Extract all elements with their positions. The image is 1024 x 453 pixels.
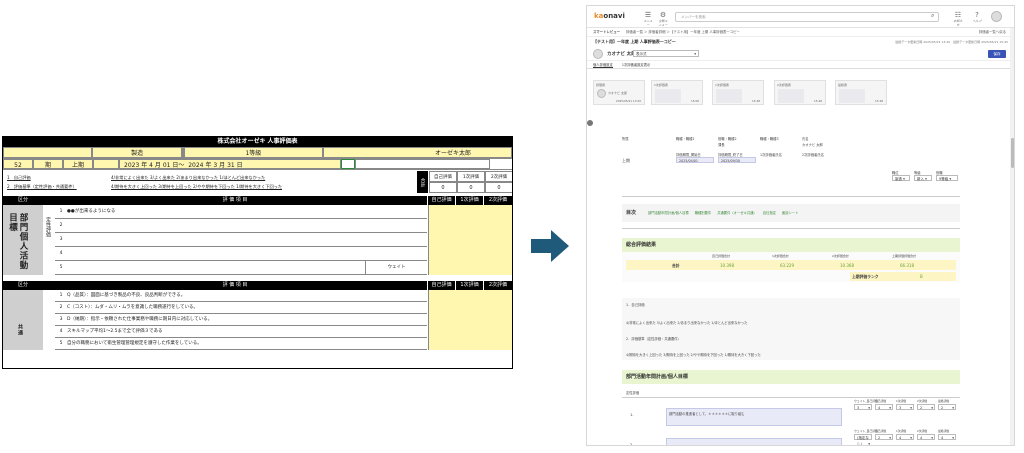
- summary-table: 合計 上期評価ランク B 自己評価合計 10.398 1次評価合計 63.229 2次評…: [622, 252, 960, 282]
- section2-side-label: 共通: [17, 324, 23, 336]
- position-select[interactable]: 製造 ▾: [892, 175, 910, 181]
- collapse-icon[interactable]: [587, 120, 593, 126]
- flow-step: 最終者 15:48: [835, 80, 887, 105]
- rank-label: 上期評価ランク: [852, 274, 879, 279]
- goal-second-select[interactable]: 2 ▾: [917, 404, 935, 410]
- toc-link[interactable]: 職種別要件: [695, 210, 711, 215]
- summary-value: 63.229: [780, 263, 794, 268]
- menu-icon[interactable]: ☰ メニュー: [643, 11, 653, 27]
- save-button[interactable]: 保存: [988, 50, 1006, 58]
- back-to-list-link[interactable]: 評価者一覧へ戻る: [979, 28, 1006, 37]
- kaonavi-app-window: kaonavi ☰ メニュー ⚙ 全般メニュー メンバーを検索 ⌕ ☷ お知らせ ? ヘ…: [586, 5, 1015, 446]
- member-search-input[interactable]: メンバーを検索: [675, 12, 939, 22]
- sheet-half: 上期: [63, 159, 93, 169]
- gear-icon[interactable]: ⚙ 全般メニュー: [658, 11, 668, 27]
- goal-final-select[interactable]: 2 ▾: [938, 404, 956, 410]
- weight-label: ウェイト: [365, 261, 427, 275]
- sheet-legend: 1 自己評価 4/非常によく出来た 3/よく出来た 2/あまり出来なかった 1/…: [3, 170, 512, 196]
- sheet-item-row: 1 Q（品質）：図面に基づき製品の不良、良品判断ができる。: [55, 290, 427, 302]
- info-panel: 所属 上期 職種・職種1 役職・職種2 課長 職種・職種3 氏名 カオナビ 太郎…: [622, 134, 960, 194]
- goal-first-select[interactable]: 3 ▾: [896, 404, 914, 410]
- breadcrumb: スマートレビュー 評価者一覧 ＞ 評価者詳細 ＞【テスト用】一年度 上期 人事評価…: [587, 28, 1014, 37]
- flow-step: 2次評価者 15:48: [774, 80, 826, 105]
- goal-text-field[interactable]: [666, 438, 842, 445]
- goal-text-field[interactable]: 部門活動の推進者として、＊＊＊＊＊＊に取り組む: [666, 408, 842, 426]
- sheet-item-row: 2 C（コスト）：ムダ・ムリ・ムラを意識した職務遂行をしている。: [55, 302, 427, 314]
- total-self: 0: [429, 182, 457, 193]
- sheet-employee-name: オーゼキ太郎: [322, 147, 512, 158]
- summary-title: 総合評価結果: [622, 238, 960, 252]
- goal-weight-select[interactable]: (指定なし) ▾: [854, 434, 872, 445]
- sheet-item-row: 5 自分の職務において衛生管理管理規定を遵守した作業をしている。: [55, 338, 427, 350]
- goal-rows: 1. 部門活動の推進者として、＊＊＊＊＊＊に取り組む ウェイト_自己評価 3 ▾ 自己評価…: [630, 399, 956, 446]
- total-second: 0: [485, 182, 512, 193]
- grade-select[interactable]: 新入 ▾: [914, 175, 932, 181]
- scrollbar[interactable]: [1010, 28, 1014, 445]
- flow-step: 評価者 カオナビ 太郎 2025/05/21 13:20: [593, 80, 645, 105]
- excel-evaluation-sheet: 株式会社オーゼキ 人事評価表 製造 1等級 オーゼキ太郎 52 期 上期 202…: [2, 136, 513, 369]
- summary-value: 10.398: [720, 263, 734, 268]
- sheet-item-row: 3 D（納期）：指示・依頼された仕事業務や職務に期日内に対応している。: [55, 314, 427, 326]
- total-score-block: 自己評価 1次評価 2次評価 0 0 0: [429, 171, 512, 193]
- status-select[interactable]: 表示式 ▾: [633, 50, 699, 57]
- approval-flow: 評価者 カオナビ 太郎 2025/05/21 13:20 1次評価者 15:00 1次評価…: [587, 74, 1014, 114]
- user-avatar-small: [593, 49, 603, 59]
- period-to-field[interactable]: 2025/09/30: [718, 157, 756, 163]
- table-of-contents: 目次 部門活動年間計画/個人目標 職種別要件 共通要件（オーゼキ共通） 自社指定 面談シ…: [622, 204, 960, 222]
- toc-link[interactable]: 共通要件（オーゼキ共通）: [717, 210, 757, 215]
- sheet-row-period: 52 期 上期 2023 年 4 月 01 日～ 2024 年 3 月 31 日: [3, 159, 512, 170]
- sheet-item-row: 4: [55, 247, 427, 261]
- user-name: カオナビ 太郎: [607, 52, 636, 57]
- toc-link[interactable]: 部門活動年間計画/個人目標: [648, 210, 689, 215]
- sheet-item-row: 3: [55, 233, 427, 247]
- sheet-item-row: 4 スキルマップ平均1～2.5まで全て評価３である: [55, 326, 427, 338]
- tab-first[interactable]: 1次評価者設定表示: [622, 63, 650, 67]
- sheet-grade: 1等級: [183, 147, 323, 158]
- sheet-item-row: 1 ●●が出来るようになる: [55, 205, 427, 219]
- page-title: 【テスト用】一年度 上期 人事評価表一コピー 最終データ更新日時 2025/05…: [593, 39, 1008, 44]
- flow-step: 1次評価者 15:48: [712, 80, 764, 105]
- goal-second-select[interactable]: 4 ▾: [917, 434, 935, 440]
- user-line: カオナビ 太郎 表示式 ▾ 保存: [587, 47, 1014, 61]
- section1-body: 部門個人活動目標 定性評価 1 ●●が出来るようになる 2 3 4 5 ウェイト: [3, 205, 512, 275]
- flow-step: 1次評価者 15:00: [651, 80, 703, 105]
- toc-link[interactable]: 自社指定: [763, 210, 776, 215]
- toc-link[interactable]: 面談シート: [782, 210, 798, 215]
- kaonavi-logo[interactable]: kaonavi: [594, 12, 625, 20]
- tab-self[interactable]: 個人評価設定: [593, 63, 613, 68]
- period-from-field[interactable]: 2025/04/01: [676, 157, 714, 163]
- goal-final-select[interactable]: 4 ▾: [938, 434, 956, 440]
- section2-body: 共通 1 Q（品質）：図面に基づき製品の不良、良品判断ができる。 2 C（コスト）：ム…: [3, 290, 512, 350]
- goal-self-select[interactable]: 4 ▾: [875, 404, 893, 410]
- help-icon[interactable]: ? ヘルプ: [972, 11, 982, 23]
- criteria-panel: 1．自己評価 4/非常によく出来た 3/よく出来た 2/あまり出来なかった 1/…: [622, 298, 960, 360]
- summary-value: 10.368: [840, 263, 854, 268]
- sheet-row-dept: 製造 1等級 オーゼキ太郎: [3, 147, 512, 159]
- total-first: 0: [457, 182, 485, 193]
- goal-first-select[interactable]: 4 ▾: [896, 434, 914, 440]
- goals-title: 部門活動年間計画/個人目標: [622, 370, 960, 384]
- sheet-item-row: 2: [55, 219, 427, 233]
- user-avatar[interactable]: [991, 11, 1002, 22]
- sheet-period-no: 52: [3, 159, 33, 169]
- sheet-date-range: 2023 年 4 月 01 日～ 2024 年 3 月 31 日: [119, 159, 341, 169]
- section1-side-label: 部門個人活動目標: [7, 213, 29, 270]
- rank-value: B: [920, 274, 923, 279]
- summary-value: 66.318: [900, 263, 914, 268]
- section1-header: 区分 評 価 項 目 自己評価 1次評価 2次評価: [3, 196, 512, 205]
- tab-bar: 個人評価設定 1次評価者設定表示: [587, 61, 1014, 69]
- arrow-right-icon: [531, 230, 569, 262]
- role-select[interactable]: 9等級 ▾: [936, 175, 958, 181]
- top-bar: kaonavi ☰ メニュー ⚙ 全般メニュー メンバーを検索 ⌕ ☷ お知らせ ? ヘ…: [587, 6, 1014, 28]
- selected-cell[interactable]: [341, 159, 355, 169]
- goal-weight-select[interactable]: 3 ▾: [854, 404, 872, 410]
- sheet-title: 株式会社オーゼキ 人事評価表: [3, 137, 512, 147]
- notification-icon[interactable]: ☷ お知らせ: [953, 11, 963, 27]
- search-icon[interactable]: ⌕: [931, 12, 934, 20]
- sheet-dept: 製造: [92, 147, 182, 158]
- total-label: 合計: [417, 171, 428, 193]
- goal-self-select[interactable]: 2 ▾: [875, 434, 893, 440]
- section2-header: 区分 評 価 項 目 自己評価 1次評価 2次評価: [3, 281, 512, 290]
